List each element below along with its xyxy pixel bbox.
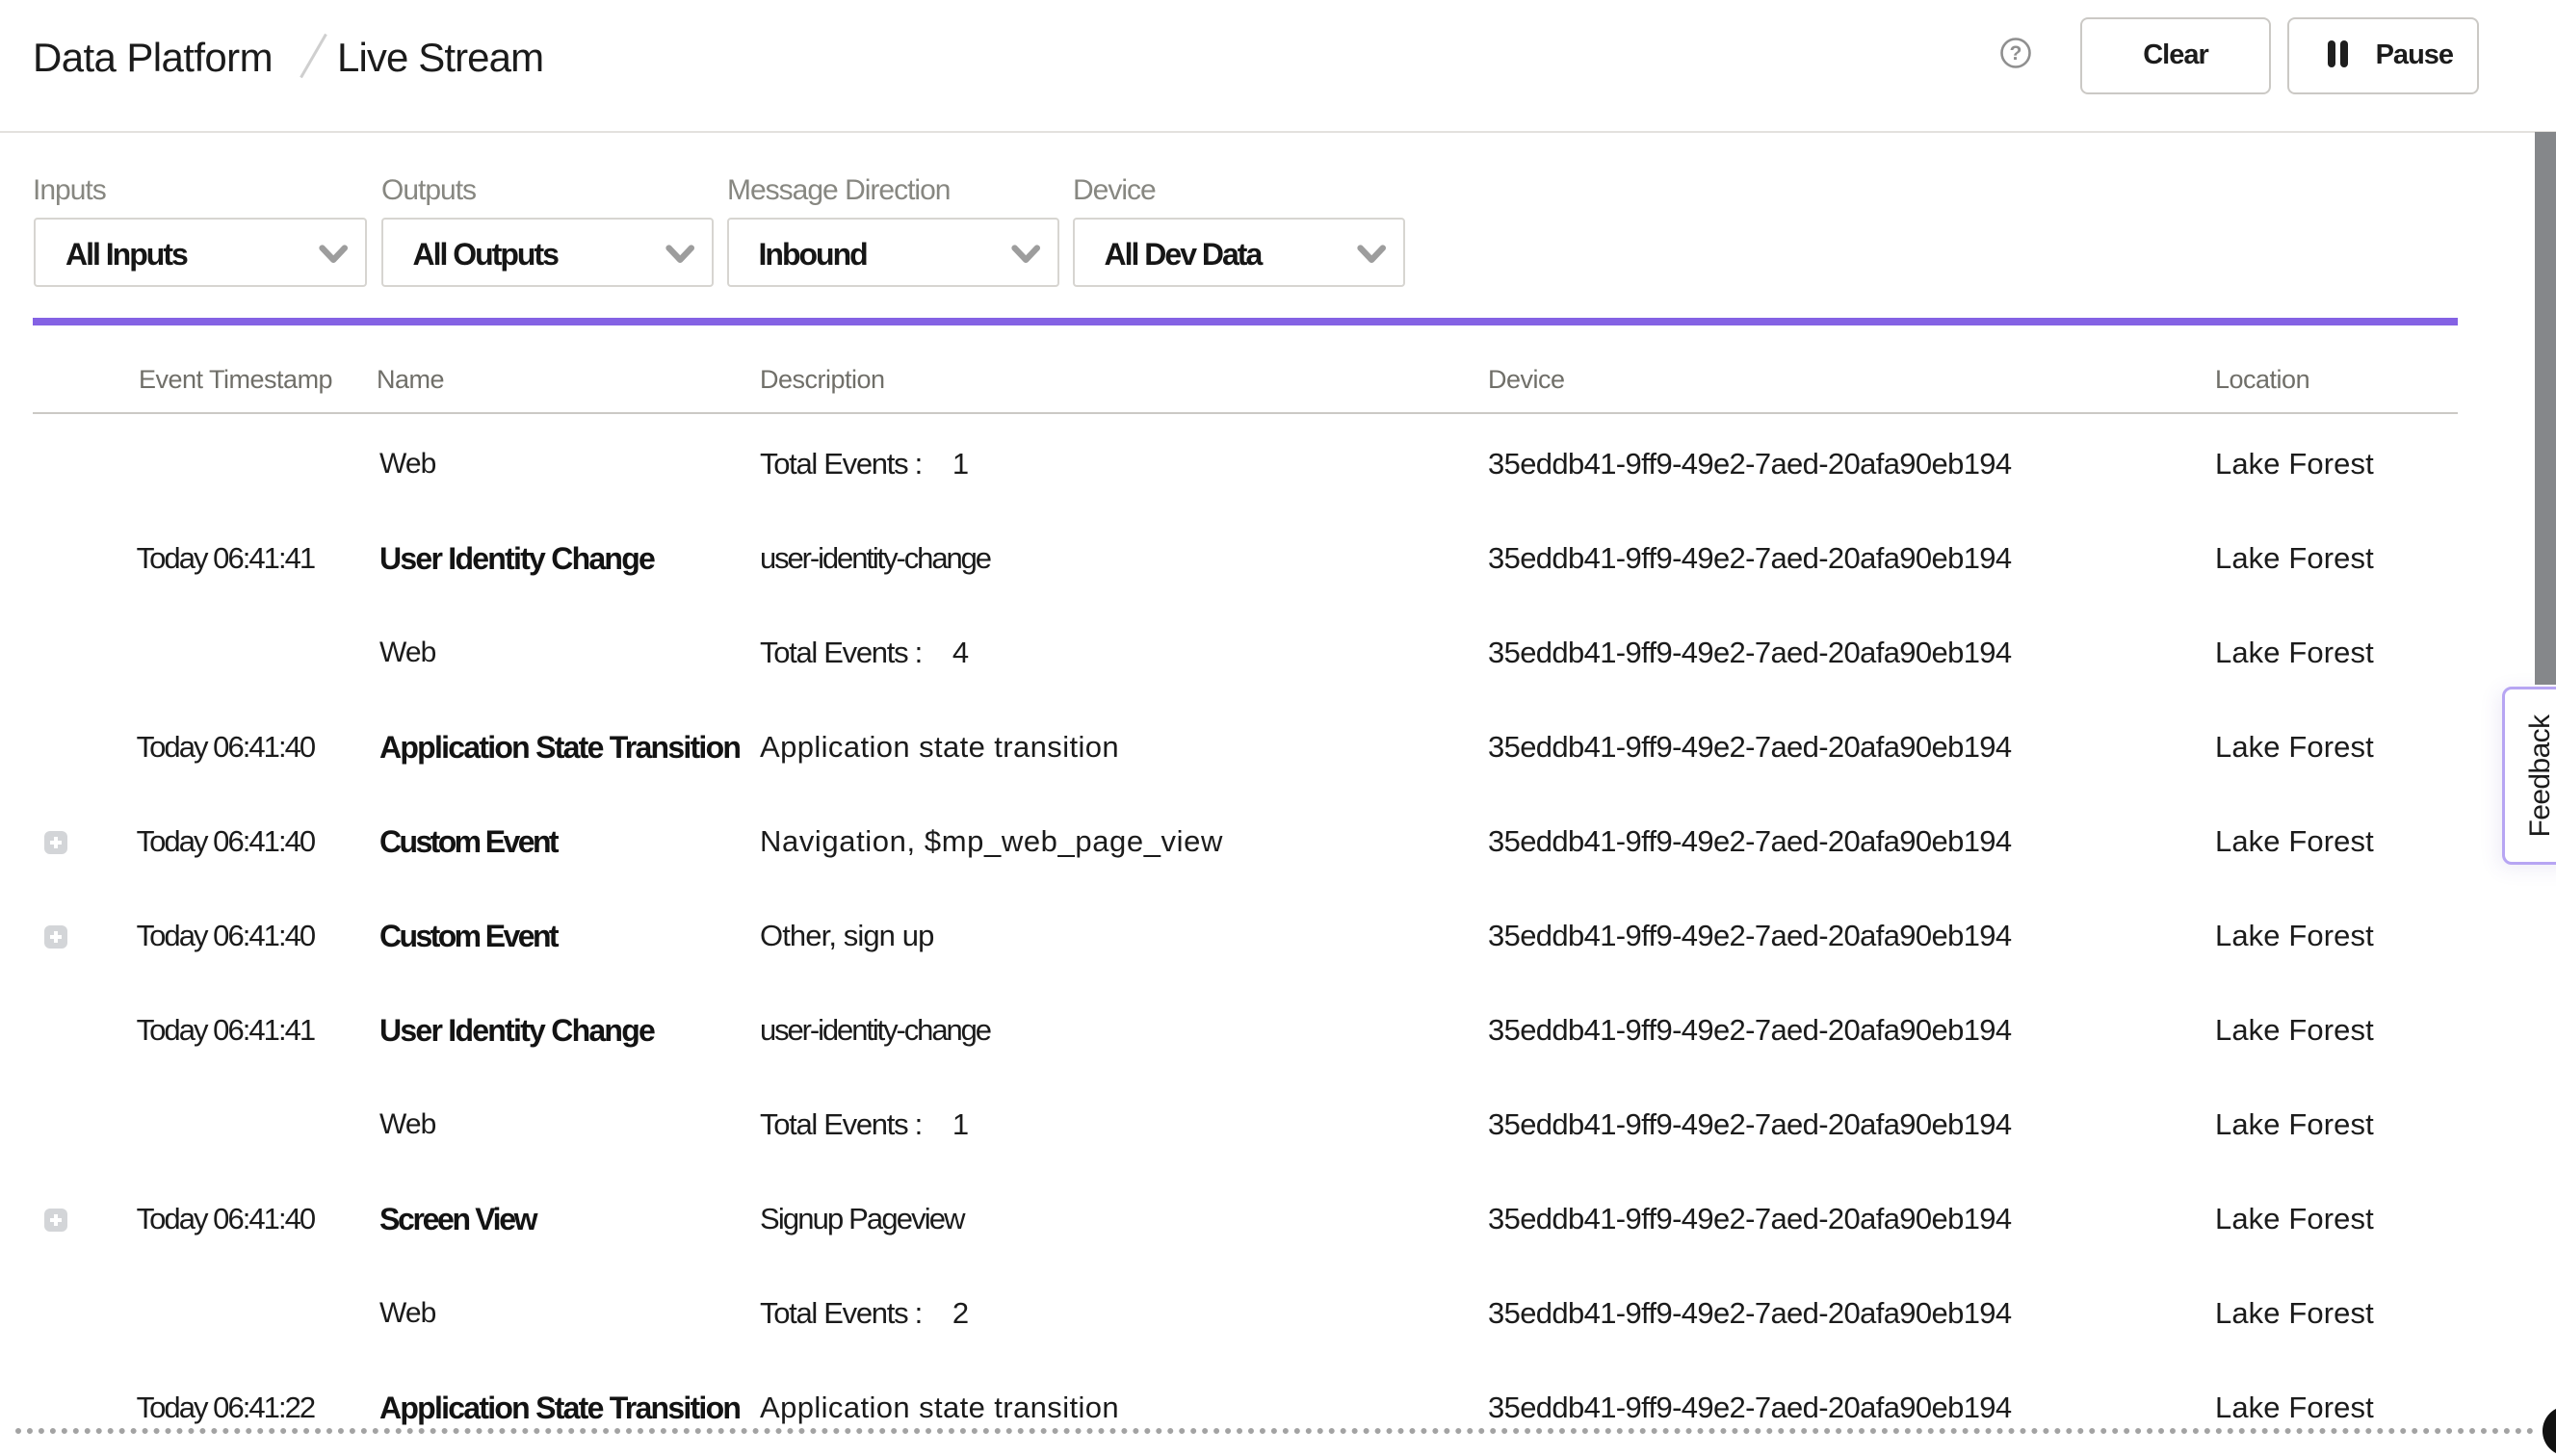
svg-text:?: ? [2009,42,2021,65]
